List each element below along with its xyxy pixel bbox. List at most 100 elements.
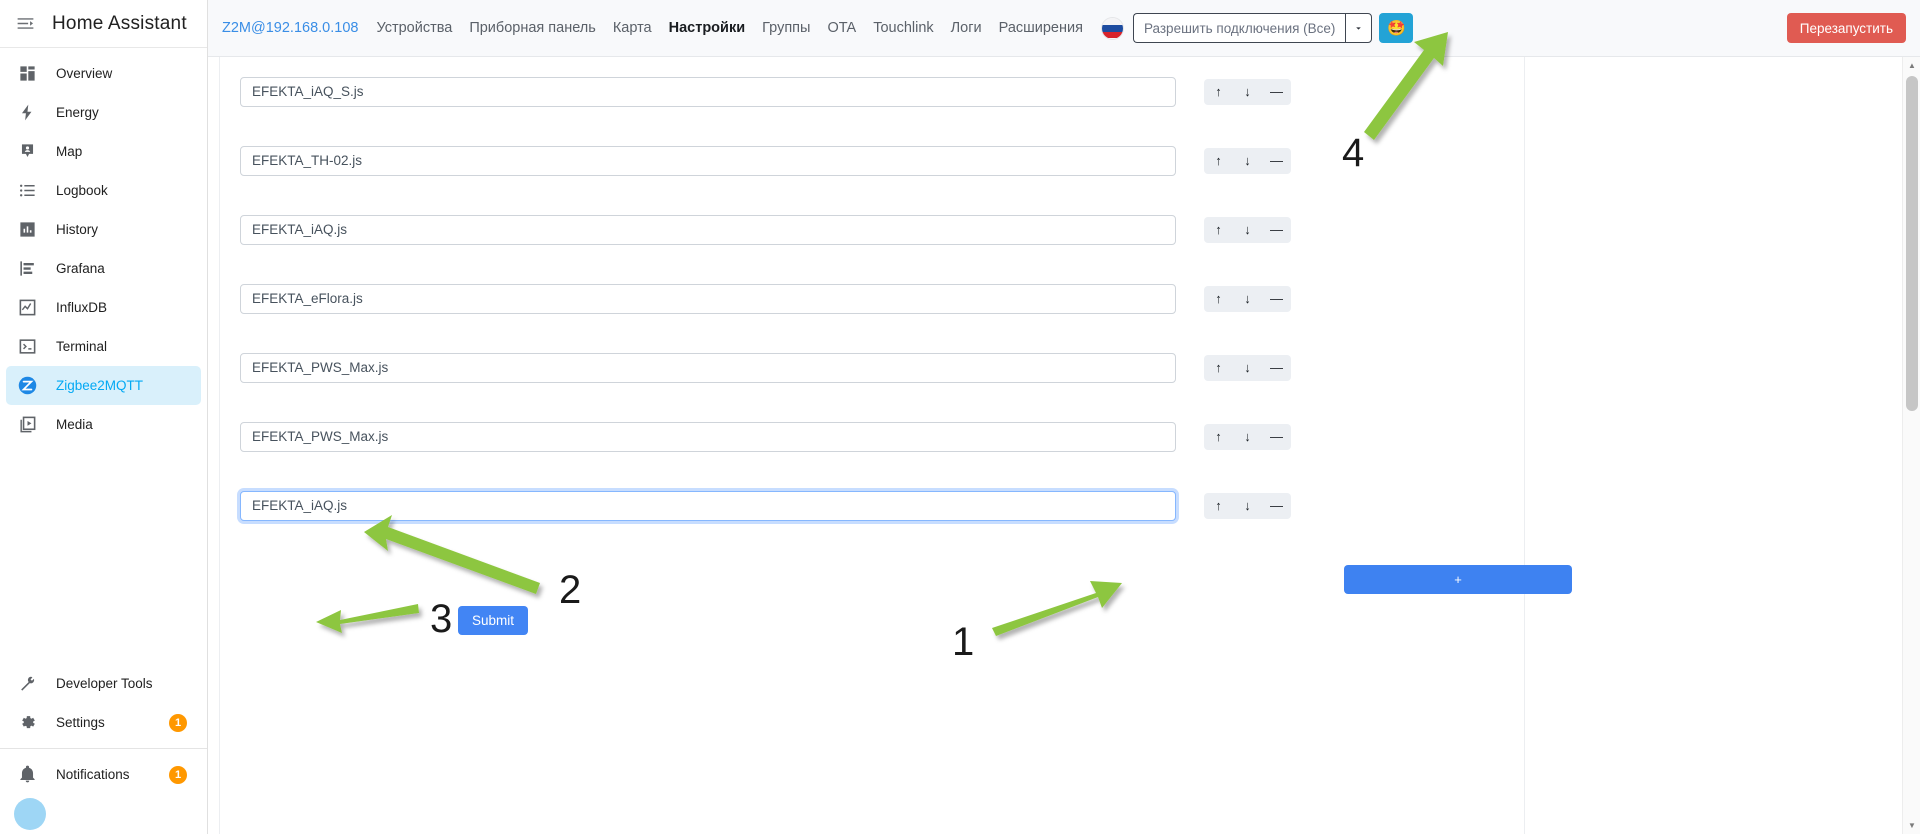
sidebar-item-label: Logbook [56,183,108,198]
permit-join-select[interactable]: Разрешить подключения (Все) [1132,13,1346,43]
chevron-down-icon[interactable] [1345,13,1373,43]
minus-icon[interactable]: — [1262,147,1291,174]
arrow-down-icon[interactable]: ↓ [1233,423,1262,450]
add-converter-button[interactable]: + [1344,565,1572,594]
sidebar-item-label: InfluxDB [56,300,108,315]
play-box-multiple-icon [16,414,38,436]
converter-filename-input[interactable] [240,214,1176,245]
sidebar-item-label: Energy [56,105,99,120]
sidebar-item-history[interactable]: History [6,210,201,249]
sidebar-item-overview[interactable]: Overview [6,54,201,93]
avatar[interactable] [14,798,46,830]
converter-filename-input[interactable] [240,283,1176,314]
sidebar-item-energy[interactable]: Energy [6,93,201,132]
tab-extensions[interactable]: Расширения [999,20,1083,36]
arrow-up-icon[interactable]: ↑ [1204,354,1233,381]
sidebar-item-map[interactable]: Map [6,132,201,171]
arrow-up-icon[interactable]: ↑ [1204,285,1233,312]
sidebar-item-label: Terminal [56,339,108,354]
converter-filename-input[interactable] [240,145,1176,176]
zigbee2mqtt-icon [16,375,38,397]
arrow-up-icon[interactable]: ↑ [1204,147,1233,174]
sidebar-item-logbook[interactable]: Logbook [6,171,201,210]
converter-row: ↑ ↓ — [240,402,1530,471]
converter-filename-input[interactable] [240,76,1176,107]
scrollbar-thumb[interactable] [1906,76,1918,411]
sidebar-item-label: Settings [56,715,105,730]
sidebar-item-developer-tools[interactable]: Developer Tools [6,664,201,703]
sidebar-item-label: History [56,222,99,237]
tab-touchlink[interactable]: Touchlink [873,20,933,36]
external-converters-form: ↑ ↓ — ↑ ↓ — ↑ ↓ — [240,57,1530,540]
chart-line-icon [16,297,38,319]
hammer-wrench-icon [16,673,38,695]
row-controls: ↑ ↓ — [1204,492,1291,519]
format-list-bulleted-icon [16,180,38,202]
vertical-scrollbar[interactable]: ▲ ▼ [1902,57,1920,834]
converter-row: ↑ ↓ — [240,333,1530,402]
arrow-down-icon[interactable]: ↓ [1233,216,1262,243]
app-title: Home Assistant [52,12,187,34]
arrow-down-icon[interactable]: ↓ [1233,354,1262,381]
settings-form-panel: ↑ ↓ — ↑ ↓ — ↑ ↓ — [208,57,1902,834]
row-controls: ↑ ↓ — [1204,423,1291,450]
arrow-up-icon[interactable]: ↑ [1204,423,1233,450]
tab-settings[interactable]: Настройки [669,20,746,36]
russia-flag-icon[interactable] [1101,17,1123,39]
chart-bar-stacked-icon [16,258,38,280]
arrow-down-icon[interactable]: ↓ [1233,78,1262,105]
sidebar-item-label: Overview [56,66,113,81]
lightning-bolt-icon [16,102,38,124]
converter-filename-input[interactable] [240,421,1176,452]
converter-filename-input[interactable] [240,490,1176,521]
submit-button[interactable]: Submit [458,606,529,635]
sidebar-item-zigbee2mqtt[interactable]: Zigbee2MQTT [6,366,201,405]
permit-join-select-group: Разрешить подключения (Все) [1132,13,1373,43]
row-controls: ↑ ↓ — [1204,285,1291,312]
permit-join-emoji-button[interactable]: 🤩 [1379,13,1414,43]
arrow-up-icon[interactable]: ↑ [1204,216,1233,243]
sidebar-nav-list: Overview Energy Map Logbook History Graf… [0,48,207,444]
tab-logs[interactable]: Логи [951,20,982,36]
restart-button[interactable]: Перезапустить [1786,13,1906,43]
sidebar-item-media[interactable]: Media [6,405,201,444]
sidebar-item-notifications[interactable]: Notifications 1 [6,755,201,794]
sidebar-item-terminal[interactable]: Terminal [6,327,201,366]
chart-box-icon [16,219,38,241]
converter-filename-input[interactable] [240,352,1176,383]
sidebar-item-settings[interactable]: Settings 1 [6,703,201,742]
cog-icon [16,712,38,734]
tab-map[interactable]: Карта [613,20,652,36]
row-controls: ↑ ↓ — [1204,354,1291,381]
minus-icon[interactable]: — [1262,285,1291,312]
minus-icon[interactable]: — [1262,423,1291,450]
scroll-down-icon[interactable]: ▼ [1903,817,1920,834]
arrow-up-icon[interactable]: ↑ [1204,492,1233,519]
scroll-up-icon[interactable]: ▲ [1903,57,1920,74]
row-controls: ↑ ↓ — [1204,147,1291,174]
sidebar-bottom-section: Developer Tools Settings 1 Notifications… [0,664,207,834]
minus-icon[interactable]: — [1262,354,1291,381]
sidebar-item-grafana[interactable]: Grafana [6,249,201,288]
arrow-down-icon[interactable]: ↓ [1233,492,1262,519]
status-badge: 1 [169,713,187,732]
tab-dashboard[interactable]: Приборная панель [469,20,596,36]
console-icon [16,336,38,358]
tab-groups[interactable]: Группы [762,20,810,36]
zigbee2mqtt-topbar: Z2M@192.168.0.108 Устройства Приборная п… [208,0,1920,57]
sidebar-item-influxdb[interactable]: InfluxDB [6,288,201,327]
minus-icon[interactable]: — [1262,216,1291,243]
tab-ota[interactable]: OTA [827,20,856,36]
row-controls: ↑ ↓ — [1204,78,1291,105]
minus-icon[interactable]: — [1262,492,1291,519]
arrow-up-icon[interactable]: ↑ [1204,78,1233,105]
arrow-down-icon[interactable]: ↓ [1233,147,1262,174]
minus-icon[interactable]: — [1262,78,1291,105]
tab-devices[interactable]: Устройства [376,20,452,36]
status-badge: 1 [169,765,187,784]
brand-link[interactable]: Z2M@192.168.0.108 [222,20,358,36]
menu-collapse-icon[interactable] [8,7,42,41]
panel-left-rail [219,57,220,834]
arrow-down-icon[interactable]: ↓ [1233,285,1262,312]
